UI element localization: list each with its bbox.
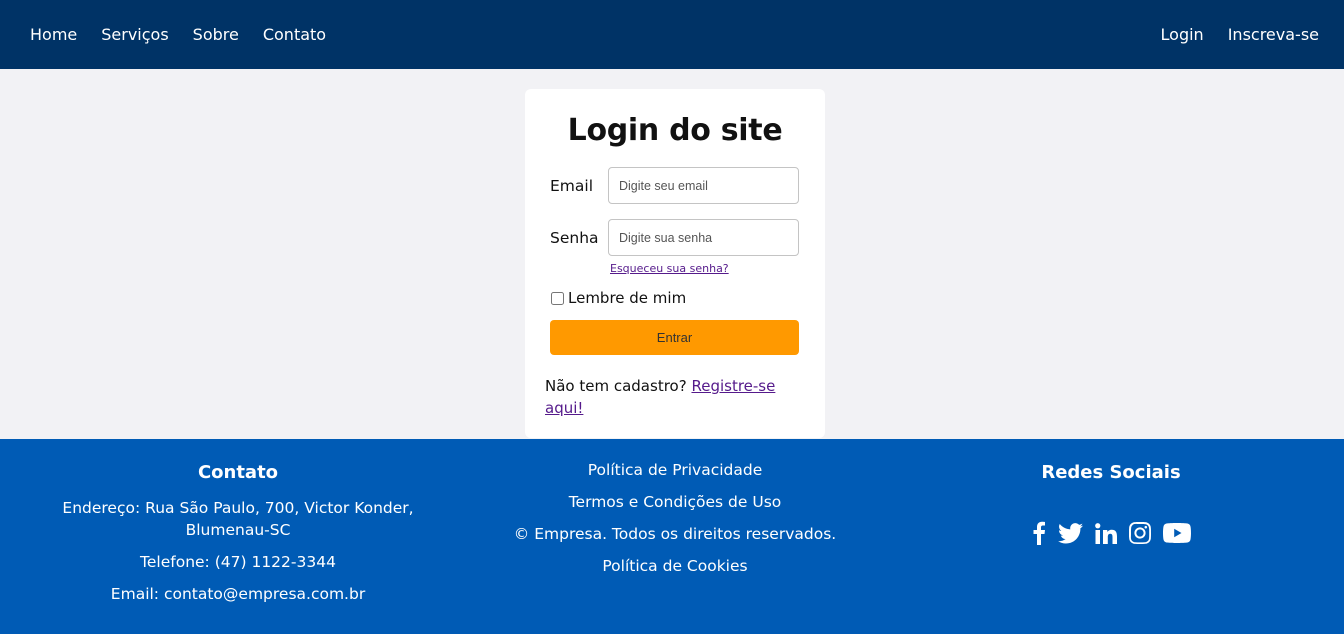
nav-login-link[interactable]: Login — [1161, 25, 1204, 44]
footer-phone: Telefone: (47) 1122-3344 — [140, 553, 336, 571]
terms-link[interactable]: Termos e Condições de Uso — [475, 491, 875, 513]
remember-me-checkbox[interactable] — [551, 291, 564, 305]
youtube-icon[interactable] — [1162, 523, 1191, 543]
footer-social: Redes Sociais — [911, 439, 1311, 545]
linkedin-icon[interactable] — [1094, 522, 1117, 544]
login-card: Login do site Email Senha Esqueceu sua s… — [525, 89, 825, 438]
footer-social-title: Redes Sociais — [1041, 462, 1181, 483]
nav-contact-link[interactable]: Contato — [263, 25, 326, 44]
social-icons — [911, 521, 1311, 545]
top-navbar: Home Serviços Sobre Contato Login Inscre… — [0, 0, 1344, 69]
nav-right: Login Inscreva-se — [1137, 25, 1319, 44]
password-input[interactable] — [608, 219, 799, 256]
cookie-policy-link[interactable]: Política de Cookies — [475, 555, 875, 577]
login-title: Login do site — [567, 113, 783, 148]
email-row: Email — [550, 167, 799, 204]
footer-email: Email: contato@empresa.com.br — [110, 585, 366, 603]
password-label: Senha — [550, 228, 599, 247]
nav-signup-link[interactable]: Inscreva-se — [1228, 25, 1319, 44]
footer: Contato Endereço: Rua São Paulo, 700, Vi… — [0, 439, 1344, 634]
login-submit-button[interactable]: Entrar — [550, 320, 799, 355]
nav-left: Home Serviços Sobre Contato — [30, 25, 350, 44]
no-account-text: Não tem cadastro? — [545, 377, 687, 395]
nav-about-link[interactable]: Sobre — [193, 25, 239, 44]
email-input[interactable] — [608, 167, 799, 204]
instagram-icon[interactable] — [1128, 522, 1151, 544]
nav-services-link[interactable]: Serviços — [101, 25, 168, 44]
forgot-password-link[interactable]: Esqueceu sua senha? — [610, 262, 729, 275]
facebook-icon[interactable] — [1032, 521, 1046, 545]
privacy-policy-link[interactable]: Política de Privacidade — [475, 459, 875, 481]
footer-links: Política de Privacidade Termos e Condiçõ… — [475, 439, 875, 587]
remember-me: Lembre de mim — [550, 289, 686, 307]
email-label: Email — [550, 176, 594, 195]
password-row: Senha — [550, 219, 799, 256]
copyright-text: © Empresa. Todos os direitos reservados. — [513, 525, 837, 543]
footer-contact-title: Contato — [197, 462, 279, 483]
twitter-icon[interactable] — [1057, 522, 1083, 544]
nav-home-link[interactable]: Home — [30, 25, 77, 44]
signup-prompt: Não tem cadastro? Registre-se aqui! — [545, 375, 795, 419]
remember-me-label: Lembre de mim — [568, 289, 687, 307]
footer-contact: Contato Endereço: Rua São Paulo, 700, Vi… — [28, 439, 448, 615]
footer-address: Endereço: Rua São Paulo, 700, Victor Kon… — [62, 499, 414, 539]
